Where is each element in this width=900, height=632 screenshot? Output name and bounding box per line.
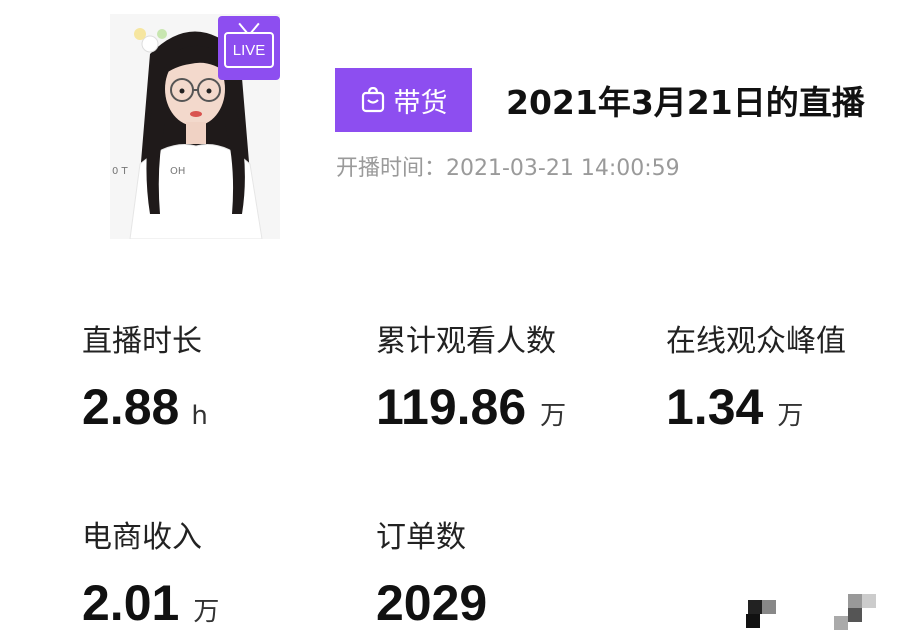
stat-label-peak-online: 在线观众峰值 xyxy=(666,324,846,359)
stat-number: 2029 xyxy=(376,575,488,631)
live-badge: LIVE xyxy=(218,16,280,80)
stat-number: 1.34 xyxy=(666,379,764,435)
svg-text:OH: OH xyxy=(170,166,185,177)
stat-unit: 万 xyxy=(777,401,804,431)
stat-label-orders: 订单数 xyxy=(376,520,466,555)
goods-tag: 带货 xyxy=(335,68,472,132)
stat-label-total-viewers: 累计观看人数 xyxy=(376,324,556,359)
stat-value-peak-online: 1.34 万 xyxy=(666,378,803,436)
live-badge-label: LIVE xyxy=(232,41,266,59)
pixel-blot xyxy=(862,594,876,608)
pixel-blot xyxy=(848,608,862,622)
stat-number: 119.86 xyxy=(376,379,527,435)
goods-tag-label: 带货 xyxy=(393,87,448,119)
stat-value-total-viewers: 119.86 万 xyxy=(376,378,566,436)
stat-number: 2.01 xyxy=(82,575,180,631)
stat-value-duration: 2.88 h xyxy=(82,378,208,436)
stat-label-ecommerce-revenue: 电商收入 xyxy=(82,520,202,555)
pixel-blot xyxy=(746,614,760,628)
tv-icon: LIVE xyxy=(224,32,274,68)
stat-unit: 万 xyxy=(193,597,220,627)
live-title: 2021年3月21日的直播 xyxy=(506,83,865,122)
pixel-blot xyxy=(762,600,776,614)
svg-text:0 T: 0 T xyxy=(112,166,129,177)
start-time: 开播时间：2021-03-21 14:00:59 xyxy=(336,156,680,181)
stat-unit: h xyxy=(191,401,208,431)
stat-unit: 万 xyxy=(540,401,567,431)
stat-number: 2.88 xyxy=(82,379,180,435)
stat-value-ecommerce-revenue: 2.01 万 xyxy=(82,574,219,632)
pixel-blot xyxy=(834,616,848,630)
pixel-blot xyxy=(848,594,862,608)
shopping-bag-icon xyxy=(361,87,384,113)
stat-value-orders: 2029 xyxy=(376,574,487,632)
live-report-page: OH 0 T LIVE 带货 2021年3月21日的直播 开播时间：2021-0… xyxy=(0,0,900,632)
stat-label-duration: 直播时长 xyxy=(82,324,202,359)
pixel-blot xyxy=(748,600,762,614)
